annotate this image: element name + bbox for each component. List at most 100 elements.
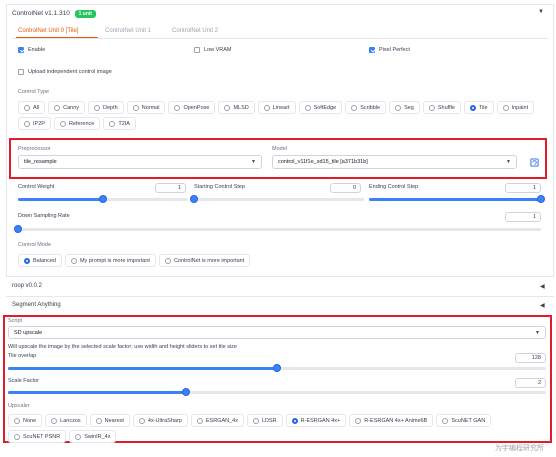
control-type-option[interactable]: Canny	[48, 101, 86, 114]
upscaler-option[interactable]: SwinIR_4x	[69, 430, 117, 443]
starting-step-input[interactable]: 0	[330, 183, 361, 193]
control-type-option[interactable]: Depth	[88, 101, 124, 114]
radio-icon	[174, 104, 181, 111]
upscaler-option[interactable]: ESRGAN_4x	[190, 414, 244, 427]
model-value: control_v11f1e_sd15_tile [a371b31b]	[278, 159, 368, 165]
control-type-option[interactable]: Reference	[53, 117, 101, 130]
scale-factor-label: Scale Factor	[8, 378, 39, 384]
section-divider	[6, 296, 554, 297]
control-type-option-label: Reference	[68, 120, 95, 127]
script-label: Script	[8, 318, 23, 324]
script-value: SD upscale	[14, 329, 43, 336]
control-type-option[interactable]: Seg	[389, 101, 420, 114]
upscaler-option[interactable]: R-ESRGAN 4x+	[285, 414, 347, 427]
radio-icon	[109, 120, 116, 127]
collapse-arrow-icon[interactable]: ▼	[538, 9, 544, 15]
control-weight-label: Control Weight	[18, 184, 55, 190]
segment-anything-section-header[interactable]: Segment Anything	[12, 302, 61, 308]
expand-triangle-icon[interactable]: ◀	[540, 283, 545, 290]
control-type-option[interactable]: SoftEdge	[298, 101, 343, 114]
script-info-text: Will upscale the image by the selected s…	[8, 344, 237, 350]
low-vram-checkbox[interactable]: Low VRAM	[194, 47, 232, 53]
controlnet-title: ControlNet v1.1.310	[12, 10, 70, 17]
control-type-option[interactable]: Scribble	[345, 101, 387, 114]
upscaler-option[interactable]: None	[8, 414, 43, 427]
down-sampling-slider[interactable]	[14, 225, 541, 233]
control-type-option-label: All	[33, 104, 40, 111]
control-type-option-label: Shuffle	[437, 104, 455, 111]
upscaler-option[interactable]: Lanczos	[45, 414, 87, 427]
upscaler-option[interactable]: ScuNET PSNR	[8, 430, 67, 443]
control-type-option[interactable]: Lineart	[257, 101, 296, 114]
refresh-models-icon[interactable]	[529, 157, 539, 167]
ending-step-slider[interactable]	[369, 195, 545, 203]
control-type-option[interactable]: Normal	[126, 101, 166, 114]
control-mode-option[interactable]: ControlNet is more important	[158, 254, 251, 267]
scale-factor-input[interactable]: 2	[515, 378, 546, 388]
radio-selected-icon	[469, 104, 476, 111]
upscaler-option-label: 4x-UltraSharp	[147, 417, 182, 424]
control-weight-slider[interactable]	[18, 195, 188, 203]
tab-unit-0[interactable]: ControlNet Unit 0 [Tile]	[18, 28, 78, 34]
slider-thumb[interactable]	[537, 195, 545, 203]
slider-thumb[interactable]	[273, 364, 281, 372]
upscaler-option[interactable]: 4x-UltraSharp	[132, 414, 188, 427]
radio-icon	[70, 257, 77, 264]
radio-icon	[196, 417, 203, 424]
control-type-option[interactable]: All	[18, 101, 46, 114]
control-type-option-label: Canny	[63, 104, 80, 111]
control-weight-input[interactable]: 1	[155, 183, 186, 193]
tab-unit-2[interactable]: ControlNet Unit 2	[172, 28, 218, 34]
control-type-option-label: Lineart	[272, 104, 290, 111]
roop-section-header[interactable]: roop v0.0.2	[12, 283, 42, 289]
control-type-option-label: OpenPose	[183, 104, 210, 111]
control-mode-option[interactable]: Balanced	[18, 254, 62, 267]
enable-label: Enable	[28, 47, 46, 53]
preprocessor-dropdown[interactable]: tile_resample ▼	[18, 155, 262, 169]
control-type-option-label: Seg	[404, 104, 414, 111]
upscaler-option[interactable]: R-ESRGAN 4x+ Anime6B	[349, 414, 434, 427]
radio-icon	[75, 433, 82, 440]
starting-step-slider[interactable]	[190, 195, 364, 203]
upscaler-option[interactable]: LDSR	[246, 414, 283, 427]
scale-factor-slider[interactable]	[8, 388, 546, 396]
control-type-option[interactable]: T2IA	[103, 117, 136, 130]
control-type-option-label: Inpaint	[511, 104, 529, 111]
upload-independent-checkbox[interactable]: Upload independent control image	[18, 69, 112, 75]
controlnet-header[interactable]: ControlNet v1.1.310 1 unit	[12, 10, 96, 18]
tile-overlap-slider[interactable]	[8, 364, 546, 372]
upscaler-option-label: R-ESRGAN 4x+	[300, 417, 341, 424]
radio-icon	[224, 104, 231, 111]
radio-icon	[59, 120, 66, 127]
pixel-perfect-checkbox[interactable]: Pixel Perfect	[369, 47, 410, 53]
radio-icon	[132, 104, 139, 111]
enable-checkbox[interactable]: Enable	[18, 47, 45, 53]
control-type-option[interactable]: Shuffle	[422, 101, 461, 114]
upscaler-option[interactable]: ScuNET GAN	[436, 414, 492, 427]
script-dropdown[interactable]: SD upscale ▼	[8, 326, 546, 339]
tile-overlap-label: Tile overlap	[8, 353, 37, 359]
control-type-option-label: Scribble	[360, 104, 381, 111]
control-type-option[interactable]: Tile	[463, 101, 494, 114]
slider-thumb[interactable]	[14, 225, 22, 233]
control-type-option[interactable]: OpenPose	[168, 101, 216, 114]
control-type-option[interactable]: MLSD	[218, 101, 255, 114]
tile-overlap-input[interactable]: 128	[515, 353, 546, 363]
expand-triangle-icon[interactable]: ◀	[540, 302, 545, 309]
control-mode-option-label: Balanced	[33, 257, 56, 264]
model-label: Model	[272, 146, 287, 152]
control-type-option[interactable]: Inpaint	[496, 101, 535, 114]
model-dropdown[interactable]: control_v11f1e_sd15_tile [a371b31b] ▼	[272, 155, 517, 169]
control-mode-option[interactable]: My prompt is more important	[64, 254, 156, 267]
slider-thumb[interactable]	[181, 388, 190, 396]
upscaler-option[interactable]: Nearest	[89, 414, 130, 427]
watermark-text: 为宇编程研究所	[495, 445, 544, 452]
tab-unit-1[interactable]: ControlNet Unit 1	[105, 28, 151, 34]
slider-thumb[interactable]	[99, 195, 107, 203]
ending-step-input[interactable]: 1	[505, 183, 541, 193]
down-sampling-input[interactable]: 1	[505, 212, 541, 222]
preprocessor-label: Preprocessor	[18, 146, 51, 152]
upscaler-option-label: ESRGAN_4x	[205, 417, 238, 424]
slider-thumb[interactable]	[190, 195, 198, 203]
control-type-option[interactable]: IP2P	[18, 117, 51, 130]
